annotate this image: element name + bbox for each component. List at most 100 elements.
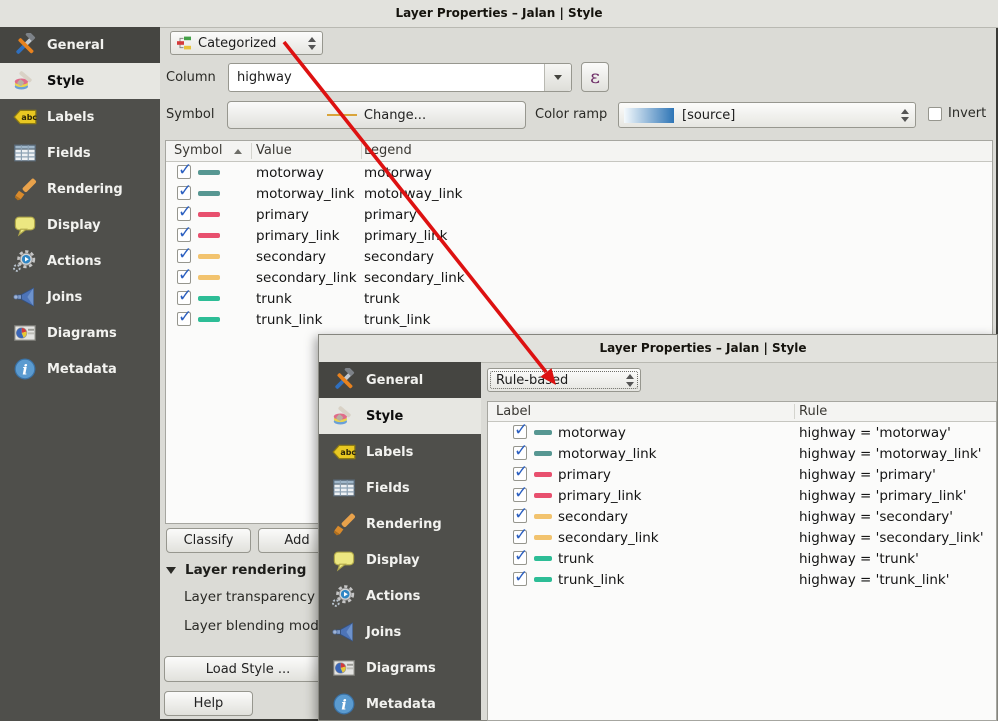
renderer-type-dropdown[interactable]: Rule-based — [487, 368, 641, 392]
sidebar-item-fields[interactable]: Fields — [319, 470, 481, 506]
sidebar-item-rendering[interactable]: Rendering — [319, 506, 481, 542]
load-style-button[interactable]: Load Style ... — [164, 656, 332, 682]
sidebar-item-rendering[interactable]: Rendering — [0, 171, 160, 207]
sidebar-item-actions[interactable]: Actions — [0, 243, 160, 279]
symbol-swatch — [198, 275, 220, 280]
change-symbol-label: Change... — [364, 108, 426, 123]
category-row[interactable]: trunk trunk — [166, 288, 992, 309]
row-checkbox[interactable] — [513, 488, 527, 502]
row-checkbox[interactable] — [177, 270, 191, 284]
color-ramp-dropdown[interactable]: [source] — [618, 102, 916, 128]
symbol-swatch — [198, 317, 220, 322]
display-icon — [12, 213, 38, 237]
sidebar-item-fields[interactable]: Fields — [0, 135, 160, 171]
sidebar-item-actions[interactable]: Actions — [319, 578, 481, 614]
sidebar-item-label: General — [47, 38, 104, 53]
rule-row[interactable]: secondary_link highway = 'secondary_link… — [488, 527, 996, 548]
row-checkbox[interactable] — [177, 228, 191, 242]
category-row[interactable]: primary primary — [166, 204, 992, 225]
sidebar-item-label: Metadata — [366, 697, 436, 712]
rule-row[interactable]: motorway highway = 'motorway' — [488, 422, 996, 443]
header-rule[interactable]: Rule — [799, 402, 827, 421]
label-cell: primary — [558, 467, 611, 483]
rule-row[interactable]: motorway_link highway = 'motorway_link' — [488, 443, 996, 464]
row-checkbox[interactable] — [513, 425, 527, 439]
rule-cell: highway = 'secondary_link' — [799, 530, 984, 546]
header-legend[interactable]: Legend — [364, 141, 412, 160]
row-checkbox[interactable] — [177, 207, 191, 221]
window-titlebar[interactable]: Layer Properties – Jalan | Style — [319, 335, 997, 363]
fields-icon — [12, 141, 38, 165]
sidebar-item-diagrams[interactable]: Diagrams — [319, 650, 481, 686]
column-combobox[interactable]: highway — [228, 63, 572, 92]
sidebar-item-general[interactable]: General — [319, 362, 481, 398]
row-checkbox[interactable] — [513, 509, 527, 523]
table-header-row: Symbol Value Legend — [166, 141, 992, 162]
category-row[interactable]: motorway motorway — [166, 162, 992, 183]
category-row[interactable]: secondary secondary — [166, 246, 992, 267]
change-symbol-button[interactable]: Change... — [227, 101, 526, 129]
row-checkbox[interactable] — [513, 530, 527, 544]
label-cell: motorway_link — [558, 446, 656, 462]
window-titlebar[interactable]: Layer Properties – Jalan | Style — [0, 0, 998, 28]
rule-row[interactable]: secondary highway = 'secondary' — [488, 506, 996, 527]
sidebar-item-metadata[interactable]: i Metadata — [319, 686, 481, 720]
label-cell: primary_link — [558, 488, 641, 504]
sidebar-item-display[interactable]: Display — [0, 207, 160, 243]
column-value: highway — [237, 70, 292, 85]
row-checkbox[interactable] — [177, 291, 191, 305]
legend-cell: motorway_link — [364, 186, 462, 202]
rule-row[interactable]: primary highway = 'primary' — [488, 464, 996, 485]
header-value[interactable]: Value — [256, 141, 292, 160]
category-row[interactable]: secondary_link secondary_link — [166, 267, 992, 288]
symbol-swatch — [534, 556, 552, 561]
sidebar-item-joins[interactable]: Joins — [0, 279, 160, 315]
row-checkbox[interactable] — [177, 312, 191, 326]
expression-builder-button[interactable]: ε — [581, 62, 609, 92]
sidebar: General Style abc Labels — [0, 27, 160, 721]
sidebar-item-general[interactable]: General — [0, 27, 160, 63]
legend-cell: primary — [364, 207, 417, 223]
symbol-swatch — [534, 535, 552, 540]
row-checkbox[interactable] — [177, 249, 191, 263]
row-checkbox[interactable] — [513, 446, 527, 460]
invert-checkbox[interactable] — [928, 107, 942, 121]
sidebar-item-diagrams[interactable]: Diagrams — [0, 315, 160, 351]
header-label[interactable]: Label — [496, 402, 531, 421]
classify-button[interactable]: Classify — [166, 528, 251, 553]
sidebar-item-labels[interactable]: abc Labels — [0, 99, 160, 135]
sidebar-item-style[interactable]: Style — [319, 398, 481, 434]
spinner-arrows-icon — [901, 109, 909, 122]
table-header-row: Label Rule — [488, 402, 996, 422]
sidebar-item-style[interactable]: Style — [0, 63, 160, 99]
row-checkbox[interactable] — [513, 551, 527, 565]
rule-row[interactable]: primary_link highway = 'primary_link' — [488, 485, 996, 506]
label-cell: motorway — [558, 425, 626, 441]
metadata-icon: i — [12, 357, 38, 381]
sidebar-item-labels[interactable]: abc Labels — [319, 434, 481, 470]
metadata-icon: i — [331, 692, 357, 716]
sidebar-item-metadata[interactable]: i Metadata — [0, 351, 160, 387]
category-row[interactable]: primary_link primary_link — [166, 225, 992, 246]
window-title: Layer Properties – Jalan | Style — [395, 6, 602, 20]
rule-cell: highway = 'primary' — [799, 467, 936, 483]
value-cell: motorway_link — [256, 186, 354, 202]
symbol-swatch — [198, 296, 220, 301]
sidebar-item-display[interactable]: Display — [319, 542, 481, 578]
help-button[interactable]: Help — [164, 691, 253, 716]
svg-text:i: i — [341, 696, 346, 713]
renderer-type-dropdown[interactable]: Categorized — [170, 31, 323, 55]
sidebar-item-label: Rendering — [47, 182, 123, 197]
header-symbol[interactable]: Symbol — [174, 141, 242, 160]
row-checkbox[interactable] — [177, 165, 191, 179]
sidebar-item-joins[interactable]: Joins — [319, 614, 481, 650]
row-checkbox[interactable] — [177, 186, 191, 200]
rule-row[interactable]: trunk highway = 'trunk' — [488, 548, 996, 569]
row-checkbox[interactable] — [513, 572, 527, 586]
category-row[interactable]: trunk_link trunk_link — [166, 309, 992, 330]
svg-text:abc: abc — [21, 113, 37, 122]
layer-rendering-expander[interactable]: Layer rendering — [166, 561, 306, 579]
category-row[interactable]: motorway_link motorway_link — [166, 183, 992, 204]
rule-row[interactable]: trunk_link highway = 'trunk_link' — [488, 569, 996, 590]
row-checkbox[interactable] — [513, 467, 527, 481]
